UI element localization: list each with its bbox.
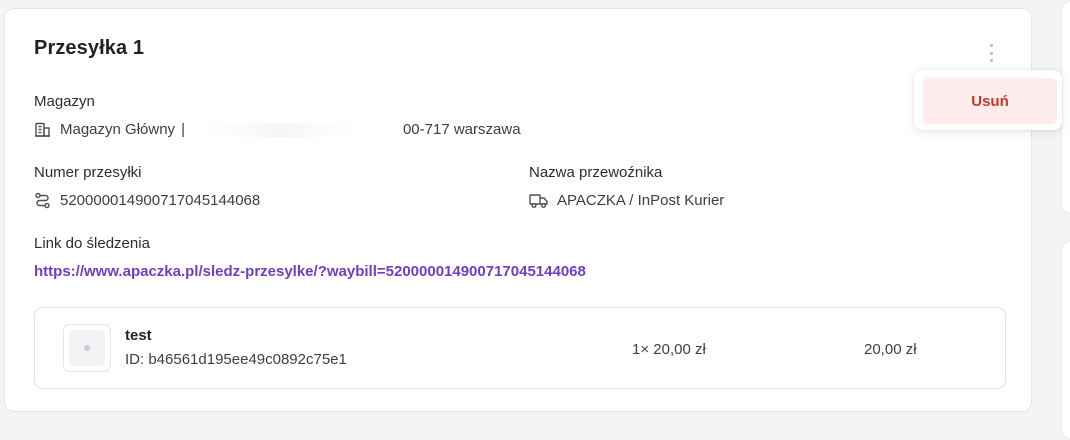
truck-icon [529, 194, 548, 208]
shipment-title: Przesyłka 1 [34, 37, 145, 59]
remove-button[interactable]: Usuń [923, 78, 1057, 124]
item-total: 20,00 zł [864, 341, 917, 358]
warehouse-name: Magazyn Główny [60, 121, 176, 138]
building-icon [35, 122, 50, 137]
warehouse-value: Magazyn Główny | 00-717 warszawa [34, 121, 521, 138]
redacted-address [205, 122, 356, 137]
item-id: ID: b46561d195ee49c0892c75e1 [125, 351, 347, 368]
item-name: test [125, 327, 152, 344]
tracking-number: 520000014900717045144068 [60, 192, 261, 209]
warehouse-postal-city: 00-717 warszawa [402, 121, 521, 138]
carrier-label: Nazwa przewoźnika [529, 164, 663, 181]
adjacent-panel-bottom [1061, 240, 1070, 440]
image-placeholder-icon [63, 324, 111, 372]
line-item: test ID: b46561d195ee49c0892c75e1 1× 20,… [34, 307, 1006, 389]
warehouse-label: Magazyn [34, 93, 95, 110]
tracking-link[interactable]: https://www.apaczka.pl/sledz-przesylke/?… [34, 263, 586, 280]
warehouse-separator: | [181, 121, 185, 138]
actions-dropdown: Usuń [914, 70, 1062, 130]
carrier-value: APACZKA / InPost Kurier [529, 192, 724, 209]
kebab-menu-icon[interactable] [981, 41, 1001, 65]
tracking-number-value: 520000014900717045144068 [34, 192, 260, 209]
carrier-name: APACZKA / InPost Kurier [557, 192, 725, 209]
route-icon [35, 192, 50, 209]
tracking-link-label: Link do śledzenia [34, 235, 150, 252]
tracking-number-label: Numer przesyłki [34, 164, 142, 181]
item-quantity-price: 1× 20,00 zł [632, 341, 706, 358]
adjacent-panel-top [1061, 0, 1070, 214]
shipment-card: Przesyłka 1 Magazyn Magazyn Główny | 00-… [4, 8, 1032, 412]
